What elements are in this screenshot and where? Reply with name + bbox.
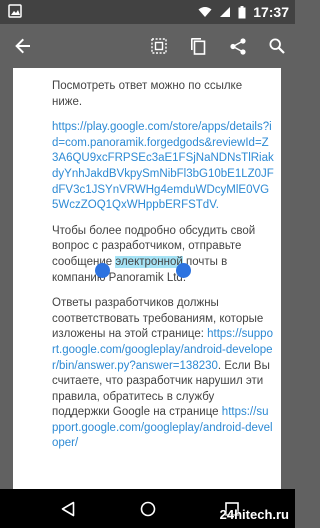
selected-text[interactable]: электронной	[115, 255, 183, 268]
search-icon	[269, 38, 285, 54]
search-button[interactable]	[259, 24, 295, 68]
clock: 17:37	[253, 4, 289, 20]
action-bar	[0, 24, 295, 68]
paragraph-policy: Ответы разработчиков должны соответствов…	[52, 296, 274, 452]
status-bar: 17:37	[0, 0, 295, 24]
share-icon	[230, 37, 246, 55]
review-link[interactable]: https://play.google.com/store/apps/detai…	[52, 120, 274, 214]
paragraph-intro: Посмотреть ответ можно по ссылке ниже.	[52, 80, 243, 108]
paragraph-contact: Чтобы более подробно обсудить свой вопро…	[52, 224, 274, 286]
cell-signal-icon	[220, 7, 231, 17]
select-all-button[interactable]	[141, 24, 177, 68]
battery-icon	[238, 5, 246, 18]
nav-home-button[interactable]	[128, 489, 168, 528]
back-button[interactable]	[5, 24, 41, 68]
image-icon	[8, 4, 22, 18]
select-all-icon	[151, 38, 167, 54]
navigation-bar: 24hitech.ru	[0, 489, 295, 528]
watermark: 24hitech.ru	[219, 507, 289, 522]
selection-handle-start[interactable]	[95, 263, 110, 278]
wifi-icon	[198, 7, 212, 17]
document-page: Посмотреть ответ можно по ссылке ниже. h…	[13, 68, 281, 489]
nav-back-button[interactable]	[48, 489, 88, 528]
nav-home-icon	[140, 501, 156, 516]
share-button[interactable]	[220, 24, 256, 68]
article-body: Посмотреть ответ можно по ссылке ниже. h…	[52, 68, 274, 452]
copy-icon	[191, 38, 206, 55]
selection-handle-end[interactable]	[176, 263, 191, 278]
arrow-back-icon	[15, 38, 30, 54]
copy-button[interactable]	[180, 24, 216, 68]
nav-back-icon	[61, 501, 75, 516]
